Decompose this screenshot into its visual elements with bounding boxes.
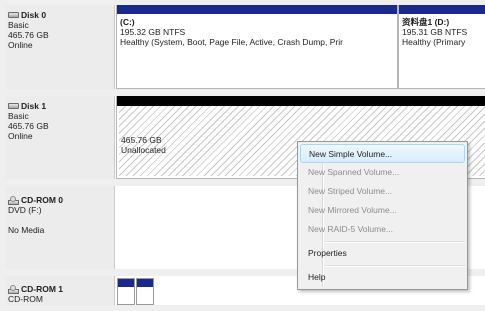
menu-item-properties[interactable]: Properties (300, 244, 465, 263)
disk-name: Disk 1 (21, 101, 47, 111)
row-separator (5, 89, 485, 96)
disk-name: CD-ROM 1 (21, 284, 64, 294)
cd-rom-0-label[interactable]: CD-ROM 0 DVD (F:) No Media (5, 186, 115, 269)
menu-item-new-mirrored-volume[interactable]: New Mirrored Volume... (300, 201, 465, 220)
disk-status: No Media (8, 225, 45, 235)
cd-rom-1-label[interactable]: CD-ROM 1 CD-ROM (5, 276, 115, 305)
primary-partition-bar (399, 5, 485, 14)
disk-status: Online (8, 131, 33, 141)
disk-0-label[interactable]: Disk 0 Basic 465.76 GB Online (5, 5, 115, 89)
primary-partition-bar (117, 5, 397, 14)
menu-item-new-simple-volume[interactable]: New Simple Volume... (300, 144, 465, 163)
disk-name: CD-ROM 0 (21, 195, 64, 205)
disk-status: Online (8, 40, 33, 50)
volume-c[interactable]: (C:) 195.32 GB NTFS Healthy (System, Boo… (116, 5, 398, 89)
context-menu: New Simple Volume... New Spanned Volume.… (297, 141, 468, 290)
disk-map-view: Disk 0 Basic 465.76 GB Online (C:) 195.3… (5, 5, 485, 305)
disk-type: DVD (F:) (8, 205, 42, 215)
cd-rom-icon (8, 284, 19, 294)
disk-type: Basic (8, 111, 29, 121)
cd-rom-1-volume[interactable] (117, 278, 135, 305)
disk-type: Basic (8, 20, 29, 30)
disk-size: 465.76 GB (8, 121, 49, 131)
menu-item-new-spanned-volume[interactable]: New Spanned Volume... (300, 163, 465, 182)
volume-name: 资料盘1 (D:) (402, 17, 450, 27)
volume-size: 195.31 GB NTFS (402, 27, 468, 37)
disk-1-label[interactable]: Disk 1 Basic 465.76 GB Online (5, 96, 115, 179)
menu-item-help[interactable]: Help (300, 268, 465, 287)
cd-rom-0-area (116, 186, 297, 269)
volume-status: Healthy (System, Boot, Page File, Active… (120, 37, 343, 47)
menu-separator (325, 241, 465, 243)
cd-rom-icon (8, 195, 19, 205)
disk-name: Disk 0 (21, 10, 47, 20)
menu-separator (325, 265, 465, 267)
volume-name: (C:) (120, 17, 135, 27)
volume-status: Healthy (Primary (402, 37, 466, 47)
unallocated-bar (117, 96, 485, 106)
menu-item-new-raid5-volume[interactable]: New RAID-5 Volume... (300, 220, 465, 239)
hard-disk-icon (8, 103, 19, 109)
volume-d[interactable]: 资料盘1 (D:) 195.31 GB NTFS Healthy (Primar… (398, 5, 485, 89)
volume-size: 195.32 GB NTFS (120, 27, 186, 37)
menu-item-new-striped-volume[interactable]: New Striped Volume... (300, 182, 465, 201)
cd-rom-1-volume[interactable] (136, 278, 154, 305)
hard-disk-icon (8, 12, 19, 18)
disk-size: 465.76 GB (8, 30, 49, 40)
disk-type: CD-ROM (8, 294, 43, 304)
